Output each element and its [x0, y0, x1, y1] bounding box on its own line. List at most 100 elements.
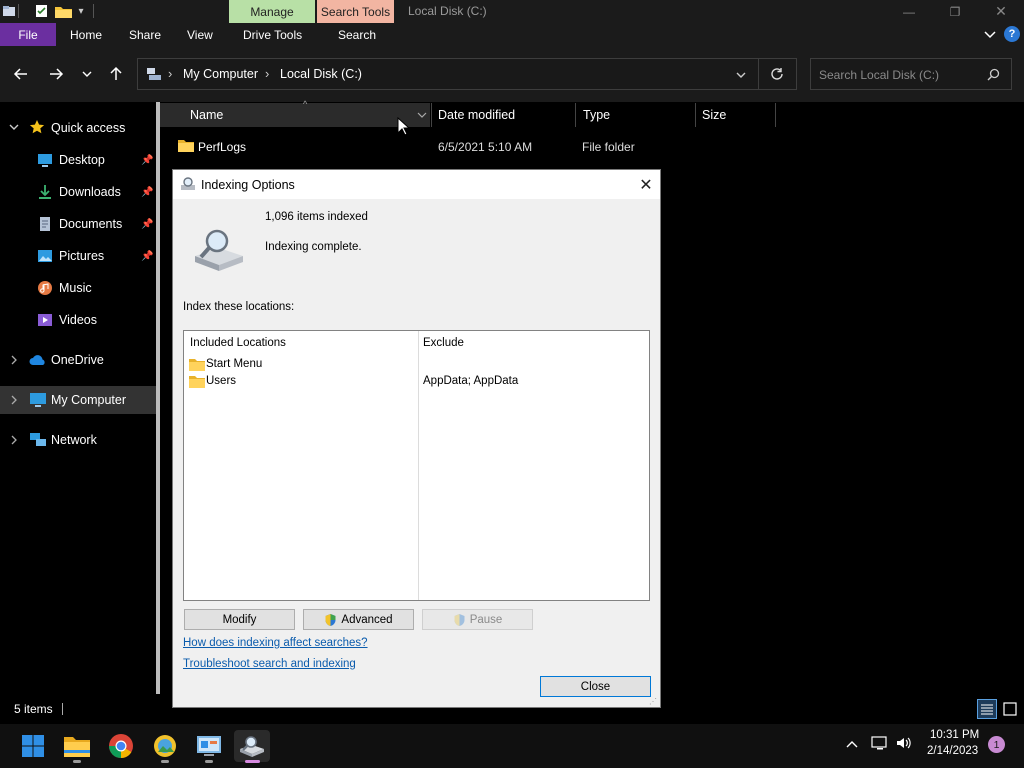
context-tab-manage[interactable]: Manage	[229, 0, 315, 23]
nav-item-my-computer[interactable]: My Computer	[0, 386, 156, 414]
nav-item-pictures[interactable]: Pictures 📌	[0, 244, 156, 268]
nav-item-documents[interactable]: Documents 📌	[0, 212, 156, 236]
computer-icon	[30, 393, 46, 407]
file-type: File folder	[582, 140, 635, 154]
arrow-left-icon	[13, 68, 27, 80]
ribbon-tab-file[interactable]: File	[0, 23, 56, 46]
expand-ribbon-chevron-icon[interactable]	[983, 27, 997, 41]
chevron-down-icon[interactable]	[8, 121, 20, 133]
back-button[interactable]	[9, 62, 33, 86]
index-locations-label: Index these locations:	[183, 301, 295, 313]
column-header-included-locations: Included Locations	[190, 337, 286, 349]
up-button[interactable]	[104, 62, 128, 86]
network-status-icon[interactable]	[871, 735, 889, 751]
ribbon-tab-share[interactable]: Share	[129, 23, 161, 46]
column-separator[interactable]	[431, 103, 432, 127]
show-hidden-icons-chevron-icon[interactable]	[845, 738, 859, 750]
dialog-close-x-button[interactable]: ✕	[633, 173, 659, 197]
nav-label-documents: Documents	[59, 217, 123, 231]
column-header-size[interactable]: Size	[702, 103, 726, 127]
folder-icon	[178, 139, 194, 152]
column-header-type[interactable]: Type	[583, 103, 610, 127]
clock-time[interactable]: 10:31 PM	[930, 729, 979, 741]
location-row[interactable]: Users AppData; AppData	[188, 374, 648, 390]
new-folder-icon[interactable]	[54, 3, 72, 19]
photos-icon[interactable]	[149, 730, 181, 762]
column-header-date-modified[interactable]: Date modified	[438, 103, 515, 127]
nav-item-desktop[interactable]: Desktop 📌	[0, 148, 156, 172]
shield-icon	[325, 613, 336, 626]
nav-label-music: Music	[59, 281, 92, 295]
advanced-button[interactable]: Advanced	[303, 609, 414, 630]
volume-icon[interactable]	[895, 735, 913, 751]
music-icon	[38, 281, 52, 295]
modify-button[interactable]: Modify	[184, 609, 295, 630]
search-input[interactable]	[819, 67, 979, 83]
pause-button[interactable]: Pause	[422, 609, 533, 630]
window-close-button[interactable]: ✕	[978, 0, 1024, 23]
nav-item-quick-access[interactable]: Quick access	[0, 116, 156, 140]
ribbon-tab-home[interactable]: Home	[70, 23, 102, 46]
index-locations-list[interactable]: Included Locations Exclude Start Menu Us…	[183, 330, 650, 601]
downloads-icon	[39, 185, 51, 199]
control-panel-icon[interactable]	[193, 730, 225, 762]
folder-icon	[189, 375, 205, 388]
nav-label-pictures: Pictures	[59, 249, 105, 263]
explorer-app-icon[interactable]	[2, 3, 16, 19]
column-header-name[interactable]: Name	[190, 103, 223, 127]
help-icon[interactable]: ?	[1004, 26, 1020, 42]
forward-button[interactable]	[44, 62, 68, 86]
customize-qa-chevron-icon[interactable]: ▾	[75, 3, 87, 19]
nav-item-music[interactable]: Music	[0, 276, 156, 300]
clock-date[interactable]: 2/14/2023	[927, 745, 978, 757]
nav-item-videos[interactable]: Videos	[0, 308, 156, 332]
arrow-right-icon	[50, 68, 64, 80]
file-name: PerfLogs	[198, 140, 247, 154]
location-row[interactable]: Start Menu	[188, 357, 648, 373]
chevron-right-icon[interactable]	[9, 354, 19, 366]
nav-item-network[interactable]: Network	[0, 428, 156, 452]
resize-grip-icon[interactable]: ⋰	[649, 697, 657, 706]
taskbar-running-indicator	[205, 760, 213, 763]
shield-icon	[454, 613, 465, 626]
status-divider	[62, 703, 63, 715]
chevron-right-icon[interactable]	[9, 394, 19, 406]
maximize-button[interactable]: ❐	[932, 0, 978, 23]
taskbar-running-indicator	[161, 760, 169, 763]
large-icons-view-button[interactable]	[1001, 700, 1019, 718]
search-box[interactable]	[810, 58, 1012, 90]
chevron-right-icon[interactable]	[9, 434, 19, 446]
column-separator[interactable]	[695, 103, 696, 127]
minimize-button[interactable]: —	[886, 0, 932, 23]
close-button[interactable]: Close	[540, 676, 651, 697]
nav-item-downloads[interactable]: Downloads 📌	[0, 180, 156, 204]
troubleshoot-indexing-link[interactable]: Troubleshoot search and indexing	[183, 658, 356, 670]
breadcrumb-local-disk[interactable]: Local Disk (C:)	[280, 67, 362, 81]
column-filter-chevron-icon[interactable]	[416, 110, 428, 120]
column-separator[interactable]	[775, 103, 776, 127]
details-view-button[interactable]	[977, 699, 997, 719]
sort-ascending-icon: ^	[303, 99, 308, 109]
file-row[interactable]: PerfLogs 6/5/2021 5:10 AM File folder	[160, 135, 770, 159]
address-bar[interactable]: › My Computer › Local Disk (C:)	[137, 58, 797, 90]
file-explorer-icon[interactable]	[61, 730, 93, 762]
folder-icon	[189, 358, 205, 371]
refresh-icon[interactable]	[770, 67, 784, 81]
context-tab-search-tools[interactable]: Search Tools	[317, 0, 394, 23]
column-separator[interactable]	[575, 103, 576, 127]
breadcrumb-my-computer[interactable]: My Computer	[183, 67, 258, 81]
location-name: Users	[206, 375, 237, 387]
ribbon-tab-view[interactable]: View	[187, 23, 213, 46]
ribbon-tab-drive-tools[interactable]: Drive Tools	[243, 23, 302, 46]
how-indexing-affects-searches-link[interactable]: How does indexing affect searches?	[183, 637, 368, 649]
recent-locations-button[interactable]	[75, 62, 99, 86]
indexing-options-icon[interactable]	[234, 730, 270, 762]
chrome-icon[interactable]	[105, 730, 137, 762]
address-history-chevron-icon[interactable]	[735, 69, 747, 81]
nav-item-onedrive[interactable]: OneDrive	[0, 348, 156, 372]
properties-icon[interactable]	[34, 3, 48, 19]
search-icon[interactable]	[987, 68, 1000, 81]
start-icon[interactable]	[17, 730, 49, 762]
notification-badge[interactable]: 1	[988, 736, 1005, 753]
ribbon-tab-search[interactable]: Search	[338, 23, 376, 46]
